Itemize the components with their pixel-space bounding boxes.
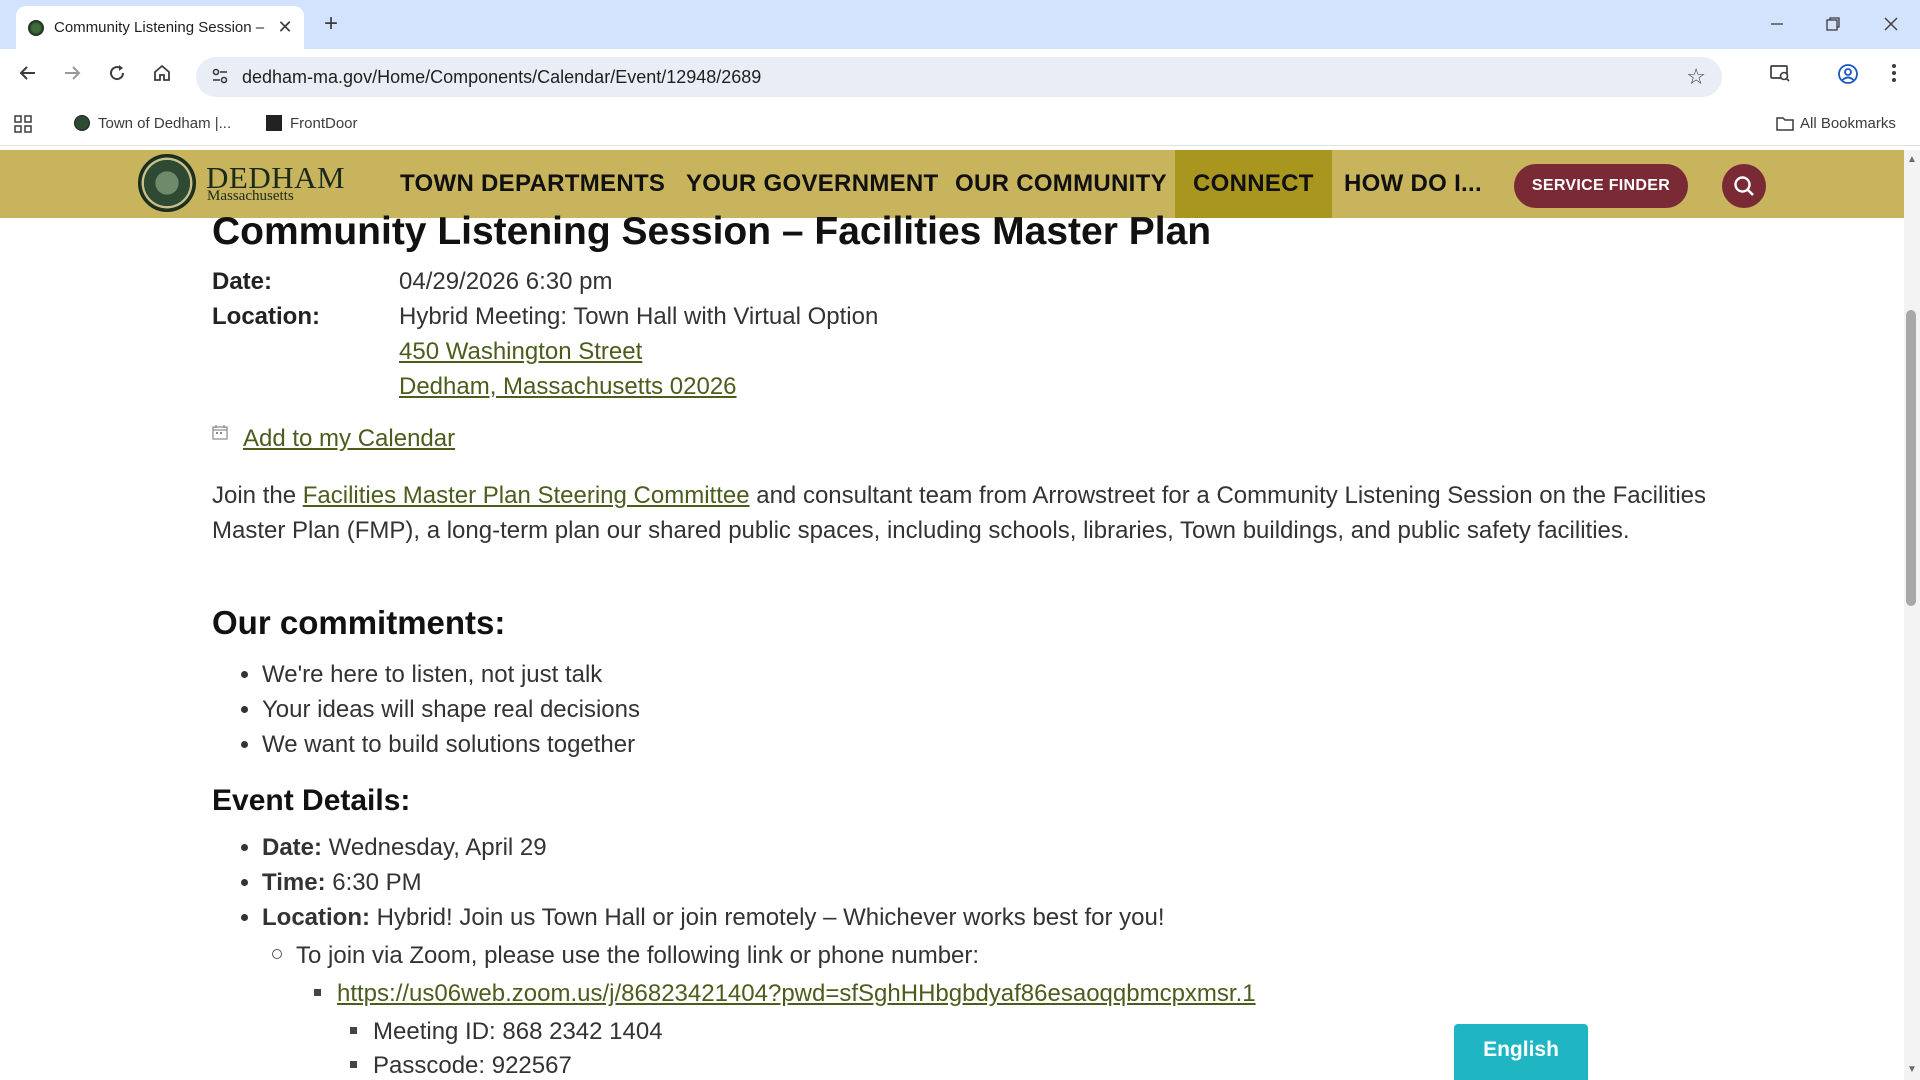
bookmarks-bar: Town of Dedham |... FrontDoor All Bookma…: [0, 105, 1920, 146]
address-bar[interactable]: dedham-ma.gov/Home/Components/Calendar/E…: [196, 57, 1722, 97]
zoom-intro-item: To join via Zoom, please use the followi…: [272, 942, 979, 970]
location-line1: Hybrid Meeting: Town Hall with Virtual O…: [399, 303, 879, 330]
language-selector-button[interactable]: English: [1454, 1024, 1588, 1080]
page-scrollbar[interactable]: [1904, 150, 1920, 1080]
dedham-favicon-icon: [74, 115, 90, 131]
steering-committee-link[interactable]: Facilities Master Plan Steering Committe…: [303, 482, 750, 509]
list-item: Date: Wednesday, April 29: [262, 830, 1165, 865]
media-icon[interactable]: [1766, 63, 1794, 91]
scroll-down-arrow-icon[interactable]: ▼: [1906, 1064, 1918, 1076]
zoom-link-item: https://us06web.zoom.us/j/86823421404?pw…: [314, 980, 1256, 1008]
url-text[interactable]: dedham-ma.gov/Home/Components/Calendar/E…: [242, 67, 761, 88]
event-title: Community Listening Session – Facilities…: [212, 210, 1212, 253]
address-street-link[interactable]: 450 Washington Street: [399, 338, 642, 366]
event-details-heading: Event Details:: [212, 784, 411, 817]
minimize-icon[interactable]: [1762, 10, 1792, 40]
site-search-button[interactable]: [1722, 164, 1766, 208]
commitments-heading: Our commitments:: [212, 604, 506, 641]
back-icon[interactable]: [14, 63, 42, 91]
passcode-item: Passcode: 922567: [350, 1052, 572, 1080]
site-settings-icon[interactable]: [210, 67, 230, 87]
bookmark-star-icon[interactable]: ☆: [1686, 64, 1706, 90]
list-item: Time: 6:30 PM: [262, 865, 1165, 900]
scroll-up-arrow-icon[interactable]: ▲: [1906, 154, 1918, 166]
list-item: Location: Hybrid! Join us Town Hall or j…: [262, 900, 1165, 935]
meeting-id-item: Meeting ID: 868 2342 1404: [350, 1018, 663, 1046]
folder-icon: [1776, 115, 1794, 131]
site-favicon-icon: [28, 20, 44, 36]
browser-tab-active[interactable]: Community Listening Session – ✕: [16, 6, 304, 49]
close-window-icon[interactable]: [1876, 10, 1906, 40]
address-city-link[interactable]: Dedham, Massachusetts 02026: [399, 373, 737, 401]
profile-icon[interactable]: [1834, 63, 1862, 91]
home-icon[interactable]: [148, 63, 176, 91]
list-item: We want to build solutions together: [262, 727, 640, 762]
logo-subtitle: Massachusetts: [207, 188, 294, 204]
event-details-list: Date: Wednesday, April 29 Time: 6:30 PM …: [212, 830, 1165, 935]
tab-close-icon[interactable]: ✕: [274, 16, 296, 38]
dedham-seal-logo[interactable]: [138, 154, 196, 212]
square-bullet-icon: [314, 989, 321, 996]
date-label: Date:: [212, 268, 273, 295]
nav-your-government[interactable]: YOUR GOVERNMENT: [668, 150, 957, 218]
tab-title: Community Listening Session –: [54, 19, 265, 36]
service-finder-button[interactable]: SERVICE FINDER: [1514, 164, 1688, 208]
bookmark-frontdoor[interactable]: FrontDoor: [266, 115, 358, 132]
location-label: Location:: [212, 303, 320, 330]
reload-icon[interactable]: [103, 63, 131, 91]
scrollbar-thumb[interactable]: [1906, 310, 1916, 606]
nav-how-do-i[interactable]: HOW DO I...: [1326, 150, 1500, 218]
square-bullet-icon: [350, 1061, 357, 1068]
add-to-calendar-link[interactable]: Add to my Calendar: [243, 425, 455, 453]
forward-icon[interactable]: [58, 63, 86, 91]
restore-icon[interactable]: [1818, 10, 1848, 40]
browser-toolbar: dedham-ma.gov/Home/Components/Calendar/E…: [0, 49, 1920, 105]
zoom-meeting-link[interactable]: https://us06web.zoom.us/j/86823421404?pw…: [337, 980, 1256, 1007]
nav-connect[interactable]: CONNECT: [1175, 150, 1332, 218]
frontdoor-favicon-icon: [266, 115, 282, 131]
calendar-icon: [212, 424, 228, 440]
date-value: 04/29/2026 6:30 pm: [399, 268, 613, 295]
nav-town-departments[interactable]: TOWN DEPARTMENTS: [382, 150, 683, 218]
intro-paragraph: Join the Facilities Master Plan Steering…: [212, 482, 1706, 544]
bookmark-town-of-dedham[interactable]: Town of Dedham |...: [74, 115, 231, 132]
new-tab-button[interactable]: +: [318, 12, 344, 38]
browser-menu-icon[interactable]: [1880, 63, 1908, 91]
square-bullet-icon: [350, 1027, 357, 1034]
all-bookmarks[interactable]: All Bookmarks: [1776, 115, 1896, 132]
search-icon: [1734, 176, 1754, 196]
nav-our-community[interactable]: OUR COMMUNITY: [937, 150, 1185, 218]
circle-bullet-icon: [272, 949, 282, 959]
browser-tab-bar: Community Listening Session – ✕ +: [0, 0, 1920, 49]
site-header: DEDHAM Massachusetts TOWN DEPARTMENTS YO…: [0, 150, 1904, 218]
list-item: Your ideas will shape real decisions: [262, 692, 640, 727]
commitments-list: We're here to listen, not just talk Your…: [212, 657, 640, 762]
list-item: We're here to listen, not just talk: [262, 657, 640, 692]
apps-grid-icon[interactable]: [14, 115, 32, 137]
